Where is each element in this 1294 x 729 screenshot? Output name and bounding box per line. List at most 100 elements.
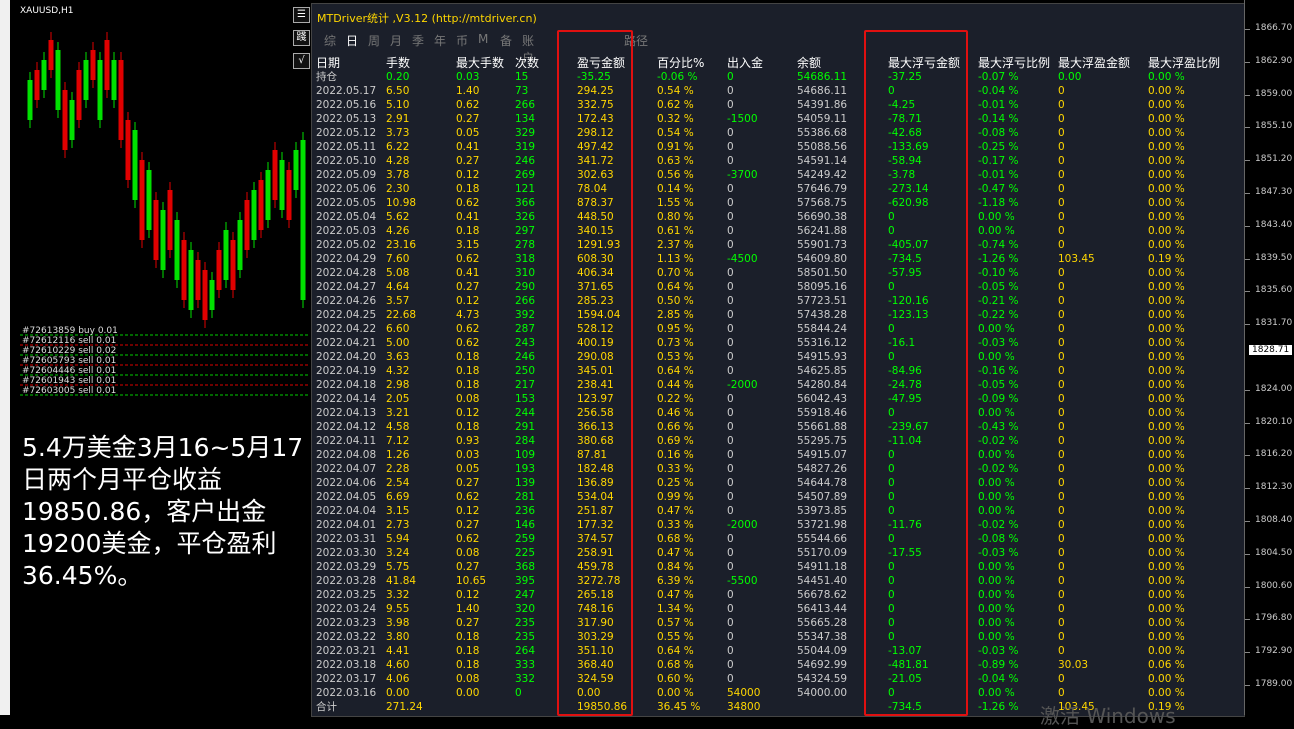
- table-cell: 6.39 %: [657, 575, 694, 587]
- table-row[interactable]: 2022.04.28 5.08 0.41 310 406.34 0.70 % 0 58501.…: [316, 266, 1220, 280]
- column-header[interactable]: 最大浮盈金额: [1058, 55, 1148, 70]
- table-cell: 0: [1058, 533, 1065, 545]
- table-cell: 0: [1058, 575, 1065, 587]
- table-row[interactable]: 2022.05.05 10.98 0.62 366 878.37 1.55 % 0 57568…: [316, 196, 1220, 210]
- chart-window[interactable]: XAUUSD,H1 #72613859 buy 0.01 #72612116 se…: [0, 0, 310, 715]
- table-cell: 0.00 %: [978, 351, 1015, 363]
- table-cell: 54391.86: [797, 99, 848, 111]
- table-cell: 0: [888, 575, 895, 587]
- table-row[interactable]: 2022.03.29 5.75 0.27 368 459.78 0.84 % 0 54911.…: [316, 560, 1220, 574]
- column-header[interactable]: 出入金: [727, 55, 797, 70]
- table-row[interactable]: 持仓 0.20 0.03 15 -35.25 -0.06 % 0 54686.11 -37.25…: [316, 70, 1220, 84]
- table-row[interactable]: 2022.03.30 3.24 0.08 225 258.91 0.47 % 0 55170.…: [316, 546, 1220, 560]
- table-row[interactable]: 2022.04.18 2.98 0.18 217 238.41 0.44 % -2000 54…: [316, 378, 1220, 392]
- table-row[interactable]: 2022.05.16 5.10 0.62 266 332.75 0.62 % 0 54391.…: [316, 98, 1220, 112]
- total-cell: 271.24: [386, 701, 423, 713]
- table-cell: 54686.11: [797, 85, 848, 97]
- candle-body: [195, 260, 201, 300]
- table-cell: -481.81: [888, 659, 929, 671]
- table-row[interactable]: 2022.04.21 5.00 0.62 243 400.19 0.73 % 0 55316.…: [316, 336, 1220, 350]
- table-row[interactable]: 2022.04.12 4.58 0.18 291 366.13 0.66 % 0 55661.…: [316, 420, 1220, 434]
- column-header[interactable]: 百分比%: [657, 55, 727, 70]
- check-icon[interactable]: √: [293, 53, 310, 69]
- table-cell: 0: [727, 267, 734, 279]
- table-row[interactable]: 2022.03.17 4.06 0.08 332 324.59 0.60 % 0 54324.…: [316, 672, 1220, 686]
- table-row[interactable]: 2022.04.22 6.60 0.62 287 528.12 0.95 % 0 55844.…: [316, 322, 1220, 336]
- table-row[interactable]: 2022.04.13 3.21 0.12 244 256.58 0.46 % 0 55918.…: [316, 406, 1220, 420]
- table-cell: 5.62: [386, 211, 410, 223]
- table-row[interactable]: 2022.05.04 5.62 0.41 326 448.50 0.80 % 0 56690.…: [316, 210, 1220, 224]
- column-header[interactable]: 最大浮盈比例: [1148, 55, 1220, 70]
- table-cell: 2022.05.12: [316, 127, 377, 139]
- table-row[interactable]: 2022.05.09 3.78 0.12 269 302.63 0.56 % -3700 54…: [316, 168, 1220, 182]
- table-row[interactable]: 2022.03.28 41.84 10.65 395 3272.78 6.39 % -550…: [316, 574, 1220, 588]
- table-cell: 0.00 %: [978, 477, 1015, 489]
- table-row[interactable]: 2022.04.14 2.05 0.08 153 123.97 0.22 % 0 56042.…: [316, 392, 1220, 406]
- table-cell: 0: [727, 281, 734, 293]
- table-row[interactable]: 2022.05.02 23.16 3.15 278 1291.93 2.37 % 0 5590…: [316, 238, 1220, 252]
- table-row[interactable]: 2022.04.26 3.57 0.12 266 285.23 0.50 % 0 57723.…: [316, 294, 1220, 308]
- table-row[interactable]: 2022.04.20 3.63 0.18 246 290.08 0.53 % 0 54915.…: [316, 350, 1220, 364]
- table-cell: 0: [727, 85, 734, 97]
- table-cell: 2022.04.29: [316, 253, 377, 265]
- table-row[interactable]: 2022.05.12 3.73 0.05 329 298.12 0.54 % 0 55386.…: [316, 126, 1220, 140]
- column-header[interactable]: 次数: [515, 55, 577, 70]
- table-row[interactable]: 2022.04.04 3.15 0.12 236 251.87 0.47 % 0 53973.…: [316, 504, 1220, 518]
- table-cell: 284: [515, 435, 536, 447]
- table-row[interactable]: 2022.05.17 6.50 1.40 73 294.25 0.54 % 0 54686.1…: [316, 84, 1220, 98]
- table-cell: 2022.04.22: [316, 323, 377, 335]
- table-row[interactable]: 2022.05.13 2.91 0.27 134 172.43 0.32 % -1500 54…: [316, 112, 1220, 126]
- column-header[interactable]: 最大手数: [456, 55, 515, 70]
- column-header[interactable]: 盈亏金额: [577, 55, 657, 70]
- table-row[interactable]: 2022.04.01 2.73 0.27 146 177.32 0.33 % -2000 53…: [316, 518, 1220, 532]
- table-row[interactable]: 2022.03.25 3.32 0.12 247 265.18 0.47 % 0 56678.…: [316, 588, 1220, 602]
- settings-icon[interactable]: 踐: [293, 30, 310, 46]
- table-row[interactable]: 2022.03.16 0.00 0.00 0 0.00 0.00 % 54000 54000.…: [316, 686, 1220, 700]
- table-cell: 0: [727, 561, 734, 573]
- table-row[interactable]: 2022.04.29 7.60 0.62 318 608.30 1.13 % -4500 54…: [316, 252, 1220, 266]
- column-header[interactable]: 日期: [316, 55, 386, 70]
- table-row[interactable]: 2022.03.18 4.60 0.18 333 368.40 0.68 % 0 54692.…: [316, 658, 1220, 672]
- table-cell: -1.18 %: [978, 197, 1019, 209]
- table-row[interactable]: 2022.03.22 3.80 0.18 235 303.29 0.55 % 0 55347.…: [316, 630, 1220, 644]
- price-tick: 1789.00: [1244, 679, 1293, 689]
- table-row[interactable]: 2022.04.25 22.68 4.73 392 1594.04 2.85 % 0 5743…: [316, 308, 1220, 322]
- table-row[interactable]: 2022.05.10 4.28 0.27 246 341.72 0.63 % 0 54591.…: [316, 154, 1220, 168]
- table-cell: -1.26 %: [978, 253, 1019, 265]
- table-cell: 290: [515, 281, 536, 293]
- table-cell: -0.10 %: [978, 267, 1019, 279]
- table-cell: 0.18: [456, 659, 480, 671]
- table-cell: 0: [1058, 491, 1065, 503]
- table-cell: 0.00 %: [1148, 645, 1185, 657]
- table-cell: -35.25: [577, 71, 611, 83]
- table-cell: 0.00 %: [978, 505, 1015, 517]
- table-row[interactable]: 2022.04.19 4.32 0.18 250 345.01 0.64 % 0 54625.…: [316, 364, 1220, 378]
- table-cell: 2022.03.18: [316, 659, 377, 671]
- table-row[interactable]: 2022.03.31 5.94 0.62 259 374.57 0.68 % 0 55544.…: [316, 532, 1220, 546]
- table-cell: 2022.05.04: [316, 211, 377, 223]
- table-row[interactable]: 2022.04.06 2.54 0.27 139 136.89 0.25 % 0 54644.…: [316, 476, 1220, 490]
- column-header[interactable]: 余额: [797, 55, 888, 70]
- table-row[interactable]: 2022.05.11 6.22 0.41 319 497.42 0.91 % 0 55088.…: [316, 140, 1220, 154]
- price-tick: 1808.40: [1244, 515, 1293, 525]
- table-row[interactable]: 2022.03.21 4.41 0.18 264 351.10 0.64 % 0 55044.…: [316, 644, 1220, 658]
- table-cell: -3700: [727, 169, 758, 181]
- table-cell: 0: [1058, 561, 1065, 573]
- table-row[interactable]: 2022.04.05 6.69 0.62 281 534.04 0.99 % 0 54507.…: [316, 490, 1220, 504]
- column-header[interactable]: 最大浮亏金额: [888, 55, 978, 70]
- table-row[interactable]: 2022.03.23 3.98 0.27 235 317.90 0.57 % 0 55665.…: [316, 616, 1220, 630]
- table-row[interactable]: 2022.04.27 4.64 0.27 290 371.65 0.64 % 0 58095.…: [316, 280, 1220, 294]
- table-row[interactable]: 2022.04.11 7.12 0.93 284 380.68 0.69 % 0 55295.…: [316, 434, 1220, 448]
- table-row[interactable]: 2022.05.06 2.30 0.18 121 78.04 0.14 % 0 57646.7…: [316, 182, 1220, 196]
- table-row[interactable]: 2022.04.08 1.26 0.03 109 87.81 0.16 % 0 54915.0…: [316, 448, 1220, 462]
- table-row[interactable]: 2022.04.07 2.28 0.05 193 182.48 0.33 % 0 54827.…: [316, 462, 1220, 476]
- table-row[interactable]: 2022.05.03 4.26 0.18 297 340.15 0.61 % 0 56241.…: [316, 224, 1220, 238]
- table-cell: 0.00 %: [978, 603, 1015, 615]
- table-cell: 0: [1058, 687, 1065, 699]
- column-header[interactable]: 手数: [386, 55, 456, 70]
- table-cell: 2022.03.21: [316, 645, 377, 657]
- table-row[interactable]: 2022.03.24 9.55 1.40 320 748.16 1.34 % 0 56413.…: [316, 602, 1220, 616]
- menu-icon[interactable]: ☰: [293, 7, 310, 23]
- table-cell: 2022.03.16: [316, 687, 377, 699]
- column-header[interactable]: 最大浮亏比例: [978, 55, 1058, 70]
